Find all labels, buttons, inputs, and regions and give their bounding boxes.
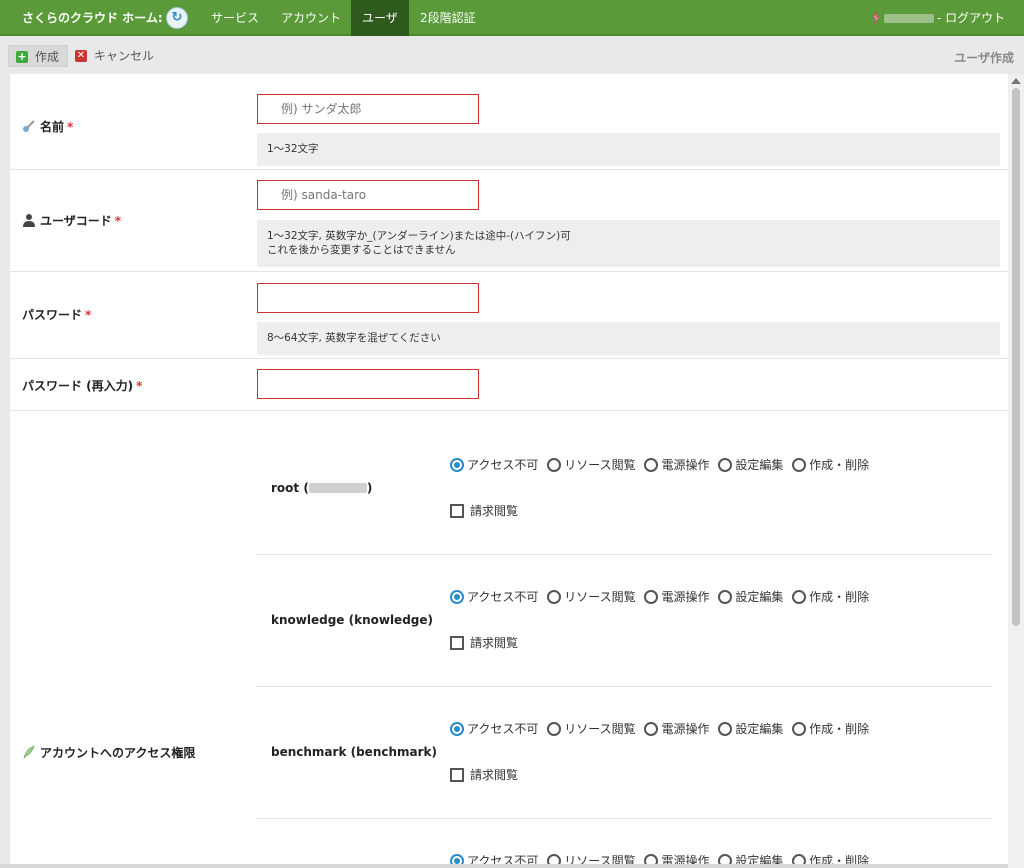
horizontal-scrollbar[interactable] bbox=[0, 864, 1008, 868]
account-knowledge-access-radios: アクセス不可 リソース閲覧 電源操作 設定編集 作成・削除 bbox=[450, 588, 874, 608]
account-id-redacted bbox=[308, 483, 367, 493]
page-title: ユーザ作成 bbox=[954, 51, 1014, 65]
user-code-row: ユーザコード* 1〜32文字, 英数字か_(アンダーライン)または途中-(ハイフ… bbox=[10, 170, 1008, 272]
name-row: 名前* 1〜32文字 bbox=[10, 74, 1008, 170]
radio-no-access[interactable]: アクセス不可 bbox=[450, 588, 538, 605]
account-knowledge-billing-checkbox[interactable]: 請求閲覧 bbox=[450, 634, 518, 651]
password-confirm-input[interactable] bbox=[257, 369, 479, 399]
radio-settings-edit[interactable]: 設定編集 bbox=[718, 852, 783, 864]
nav-two-factor[interactable]: 2段階認証 bbox=[409, 0, 487, 36]
divider bbox=[257, 818, 991, 819]
cancel-button[interactable]: ✕ キャンセル bbox=[68, 45, 162, 67]
radio-power-operation[interactable]: 電源操作 bbox=[644, 588, 709, 605]
radio-settings-edit[interactable]: 設定編集 bbox=[718, 456, 783, 473]
radio-settings-edit[interactable]: 設定編集 bbox=[718, 720, 783, 737]
radio-resource-view[interactable]: リソース閲覧 bbox=[547, 588, 636, 605]
radio-create-delete[interactable]: 作成・削除 bbox=[792, 588, 869, 605]
password-confirm-row: パスワード (再入力) * bbox=[10, 359, 1008, 411]
radio-settings-edit[interactable]: 設定編集 bbox=[718, 588, 783, 605]
create-label: 作成 bbox=[35, 50, 60, 64]
password-label: パスワード * bbox=[22, 308, 92, 322]
divider bbox=[257, 554, 991, 555]
radio-no-access[interactable]: アクセス不可 bbox=[450, 456, 538, 473]
form-panel: 名前* 1〜32文字 ユーザコード* 1〜32文字, 英数字か_(アンダーライン… bbox=[10, 74, 1008, 864]
feather-icon bbox=[23, 745, 35, 759]
user-code-input[interactable] bbox=[257, 180, 479, 210]
nav-account[interactable]: アカウント bbox=[270, 0, 352, 36]
sakura-user-icon bbox=[872, 11, 880, 25]
password-confirm-label: パスワード (再入力) * bbox=[22, 379, 143, 393]
home-refresh-icon[interactable]: ↻ bbox=[166, 7, 188, 29]
radio-no-access[interactable]: アクセス不可 bbox=[450, 720, 538, 737]
account-knowledge-name: knowledge (knowledge) bbox=[271, 613, 433, 627]
plus-icon: + bbox=[16, 50, 28, 63]
account-benchmark-access-radios: アクセス不可 リソース閲覧 電源操作 設定編集 作成・削除 bbox=[450, 720, 874, 740]
permissions-label: アカウントへのアクセス権限 bbox=[22, 744, 195, 761]
radio-resource-view[interactable]: リソース閲覧 bbox=[547, 852, 636, 864]
radio-power-operation[interactable]: 電源操作 bbox=[644, 852, 709, 864]
name-help: 1〜32文字 bbox=[257, 133, 1000, 166]
username-redacted bbox=[884, 14, 934, 23]
name-label: 名前 * bbox=[22, 118, 73, 135]
nav-services[interactable]: サービス bbox=[200, 0, 270, 36]
cancel-label: キャンセル bbox=[94, 49, 155, 63]
password-input[interactable] bbox=[257, 283, 479, 313]
account-root-name: root () bbox=[271, 481, 373, 495]
name-tag-icon bbox=[23, 120, 35, 132]
nav-users[interactable]: ユーザ bbox=[351, 0, 409, 36]
permissions-row: アカウントへのアクセス権限 root () アクセス不可 リソース閲覧 電源操作… bbox=[10, 411, 1008, 864]
radio-no-access[interactable]: アクセス不可 bbox=[450, 852, 538, 864]
scroll-thumb[interactable] bbox=[1012, 88, 1020, 626]
radio-power-operation[interactable]: 電源操作 bbox=[644, 720, 709, 737]
radio-create-delete[interactable]: 作成・削除 bbox=[792, 852, 869, 864]
radio-create-delete[interactable]: 作成・削除 bbox=[792, 720, 869, 737]
close-icon: ✕ bbox=[75, 50, 87, 62]
user-code-label: ユーザコード * bbox=[22, 212, 121, 229]
create-button[interactable]: + 作成 bbox=[8, 45, 69, 67]
name-input[interactable] bbox=[257, 94, 479, 124]
top-nav: さくらのクラウド ホーム: ↻ サービス アカウント ユーザ 2段階認証 - ロ… bbox=[0, 0, 1024, 36]
radio-resource-view[interactable]: リソース閲覧 bbox=[547, 456, 636, 473]
radio-resource-view[interactable]: リソース閲覧 bbox=[547, 720, 636, 737]
account-next-access-radios: アクセス不可 リソース閲覧 電源操作 設定編集 作成・削除 bbox=[450, 852, 874, 864]
account-root-billing-checkbox[interactable]: 請求閲覧 bbox=[450, 502, 518, 519]
radio-create-delete[interactable]: 作成・削除 bbox=[792, 456, 869, 473]
account-benchmark-billing-checkbox[interactable]: 請求閲覧 bbox=[450, 766, 518, 783]
home-link[interactable]: さくらのクラウド ホーム: bbox=[22, 0, 163, 36]
user-code-help: 1〜32文字, 英数字か_(アンダーライン)または途中-(ハイフン)可 これを後… bbox=[257, 220, 1000, 267]
account-benchmark-name: benchmark (benchmark) bbox=[271, 745, 438, 759]
password-row: パスワード * 8〜64文字, 英数字を混ぜてください bbox=[10, 272, 1008, 359]
vertical-scrollbar[interactable] bbox=[1008, 74, 1024, 868]
user-icon bbox=[23, 214, 35, 227]
logout-link[interactable]: - ログアウト bbox=[937, 0, 1005, 36]
account-root-access-radios: アクセス不可 リソース閲覧 電源操作 設定編集 作成・削除 bbox=[450, 456, 874, 476]
password-help: 8〜64文字, 英数字を混ぜてください bbox=[257, 322, 1000, 355]
divider bbox=[257, 686, 991, 687]
scroll-up-icon[interactable] bbox=[1011, 78, 1021, 84]
radio-power-operation[interactable]: 電源操作 bbox=[644, 456, 709, 473]
toolbar: + 作成 ✕ キャンセル ユーザ作成 bbox=[0, 38, 1024, 74]
